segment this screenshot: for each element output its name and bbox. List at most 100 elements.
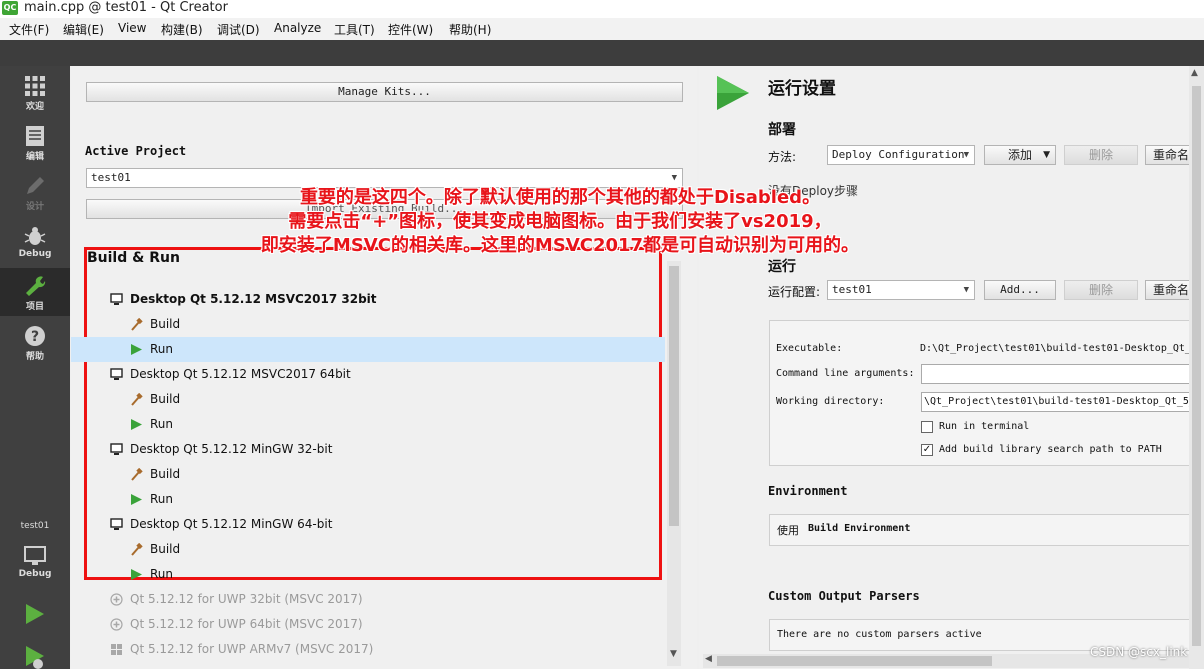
mode-design[interactable]: 设计 <box>0 168 70 216</box>
run-in-terminal-checkbox[interactable] <box>921 421 933 433</box>
chevron-down-icon: ▼ <box>963 285 969 295</box>
run-config-combo[interactable]: test01 ▼ <box>827 280 975 300</box>
custom-parsers-heading: Custom Output Parsers <box>768 589 920 603</box>
kit-build-item[interactable]: Build <box>71 312 665 337</box>
chevron-down-icon[interactable]: ▼ <box>670 649 677 659</box>
chevron-up-icon[interactable]: ▲ <box>1191 68 1198 78</box>
qt-creator-logo: QC <box>2 1 18 15</box>
kit-name: Desktop Qt 5.12.12 MinGW 64-bit <box>130 517 333 531</box>
menu-bar: 文件(F) 编辑(E) View 构建(B) 调试(D) Analyze 工具(… <box>0 18 1204 40</box>
right-vertical-scrollbar[interactable]: ▲ <box>1189 66 1204 669</box>
run-icon <box>131 494 142 505</box>
mode-welcome[interactable]: 欢迎 <box>0 68 70 116</box>
disabled-kit-row[interactable]: Qt 5.12.12 for UWP 64bit (MSVC 2017) <box>71 612 665 637</box>
monitor-icon <box>24 546 46 565</box>
kit-run-item[interactable]: Run <box>71 412 665 437</box>
deploy-config-combo[interactable]: Deploy Configuration ▼ <box>827 145 975 165</box>
mode-help[interactable]: ? 帮助 <box>0 318 70 366</box>
monitor-icon <box>110 293 123 305</box>
kit-name: Desktop Qt 5.12.12 MinGW 32-bit <box>130 442 333 456</box>
menu-view[interactable]: View <box>118 21 146 35</box>
no-parsers-label: There are no custom parsers active <box>777 629 982 640</box>
kit-build-item[interactable]: Build <box>71 387 665 412</box>
run-icon <box>131 419 142 430</box>
run-delete-button[interactable]: 删除 <box>1064 280 1138 300</box>
annotation-line-2c: ”图标，使其变成电脑图标。由于我们安装了 <box>387 211 742 232</box>
annotation-line-1: 重要的是这四个。除了默认使用的那个其他的都处于Disabled。 <box>150 186 970 210</box>
kit-build-item[interactable]: Build <box>71 462 665 487</box>
horizontal-scrollbar-thumb[interactable] <box>717 656 992 666</box>
title-bar: QC main.cpp @ test01 - Qt Creator <box>0 0 1204 18</box>
projects-left-pane: Manage Kits... Active Project test01 ▼ I… <box>71 66 697 669</box>
target-mode-label: Debug <box>18 569 52 579</box>
hammer-icon <box>131 393 143 406</box>
disabled-kit-name: Qt 5.12.12 for UWP 64bit (MSVC 2017) <box>130 617 363 631</box>
run-settings-pane: 运行设置 部署 方法: Deploy Configuration ▼ 添加 ▼ … <box>699 66 1204 669</box>
hammer-icon <box>131 468 143 481</box>
working-dir-input[interactable]: \Qt_Project\test01\build-test01-Desktop_… <box>921 392 1204 412</box>
kit-run-item-selected[interactable]: Run <box>71 337 665 362</box>
run-icon[interactable] <box>24 602 46 626</box>
mode-projects[interactable]: 项目 <box>0 268 70 316</box>
menu-file[interactable]: 文件(F) <box>9 21 49 38</box>
run-icon <box>131 344 142 355</box>
kit-row[interactable]: Desktop Qt 5.12.12 MSVC2017 64bit <box>71 362 665 387</box>
plus-icon <box>110 618 123 631</box>
run-add-button[interactable]: Add... <box>984 280 1056 300</box>
menu-tools[interactable]: 工具(T) <box>334 21 375 38</box>
kit-row[interactable]: Desktop Qt 5.12.12 MinGW 32-bit <box>71 437 665 462</box>
grid-icon <box>25 76 45 96</box>
method-label: 方法: <box>768 150 797 164</box>
mode-debug-label: Debug <box>18 249 52 259</box>
menu-analyze[interactable]: Analyze <box>274 21 321 35</box>
kit-run-item[interactable]: Run <box>71 562 665 587</box>
build-run-tree: Desktop Qt 5.12.12 MSVC2017 32bit Build … <box>71 287 671 657</box>
mode-edit[interactable]: 编辑 <box>0 118 70 166</box>
build-environment-label: Build Environment <box>808 523 911 534</box>
menu-debug[interactable]: 调试(D) <box>217 21 260 38</box>
active-project-value: test01 <box>91 171 131 184</box>
menu-widgets[interactable]: 控件(W) <box>388 21 433 38</box>
kit-build-item[interactable]: Build <box>71 537 665 562</box>
kit-row[interactable]: Desktop Qt 5.12.12 MinGW 64-bit <box>71 512 665 537</box>
deploy-config-value: Deploy Configuration <box>832 148 965 161</box>
run-in-terminal-label: Run in terminal <box>939 421 1030 432</box>
tree-scrollbar-thumb[interactable] <box>669 266 679 526</box>
deploy-add-label: 添加 <box>1007 148 1032 162</box>
menu-help[interactable]: 帮助(H) <box>449 21 491 38</box>
chevron-left-icon[interactable]: ◀ <box>705 654 712 664</box>
annotation-line-1a: 重要的是这四个。除了默认使用的那个其他的都处于 <box>299 187 714 208</box>
manage-kits-button[interactable]: Manage Kits... <box>86 82 683 102</box>
monitor-icon <box>110 518 123 530</box>
run-label: Run <box>150 492 174 506</box>
annotation-text: 重要的是这四个。除了默认使用的那个其他的都处于Disabled。 需要点击“+”… <box>150 186 970 258</box>
menu-build[interactable]: 构建(B) <box>161 21 203 38</box>
executable-value: D:\Qt_Project\test01\build-test01-Deskto… <box>920 343 1191 354</box>
cmd-args-input[interactable] <box>921 364 1204 384</box>
mode-debug[interactable]: Debug <box>0 218 70 266</box>
right-scrollbar-thumb[interactable] <box>1192 86 1201 646</box>
debug-run-icon[interactable] <box>24 644 46 669</box>
target-selector[interactable]: Debug <box>0 538 70 586</box>
disabled-kit-row[interactable]: Qt 5.12.12 for UWP 32bit (MSVC 2017) <box>71 587 665 612</box>
annotation-line-2e: ， <box>813 211 832 232</box>
annotation-line-2a: 需要点击“ <box>288 211 373 232</box>
add-lib-path-checkbox[interactable]: ✓ <box>921 444 933 456</box>
deploy-delete-button[interactable]: 删除 <box>1064 145 1138 165</box>
kit-row[interactable]: Desktop Qt 5.12.12 MSVC2017 32bit <box>71 287 665 312</box>
toolbar-strip <box>0 40 1204 66</box>
working-dir-label: Working directory: <box>776 396 885 407</box>
active-project-combo[interactable]: test01 ▼ <box>86 168 683 188</box>
mode-edit-label: 编辑 <box>25 152 44 162</box>
run-heading: 运行 <box>768 259 796 275</box>
kit-run-item[interactable]: Run <box>71 487 665 512</box>
tree-scrollbar[interactable]: ▼ <box>667 261 681 666</box>
deploy-add-button[interactable]: 添加 ▼ <box>984 145 1056 165</box>
monitor-icon <box>110 368 123 380</box>
build-label: Build <box>150 542 181 556</box>
environment-heading: Environment <box>768 484 848 498</box>
menu-edit[interactable]: 编辑(E) <box>63 21 104 38</box>
disabled-kit-row[interactable]: Qt 5.12.12 for UWP ARMv7 (MSVC 2017) <box>71 637 665 662</box>
environment-panel[interactable]: 使用 Build Environment <box>769 514 1204 546</box>
run-label: Run <box>150 342 174 356</box>
